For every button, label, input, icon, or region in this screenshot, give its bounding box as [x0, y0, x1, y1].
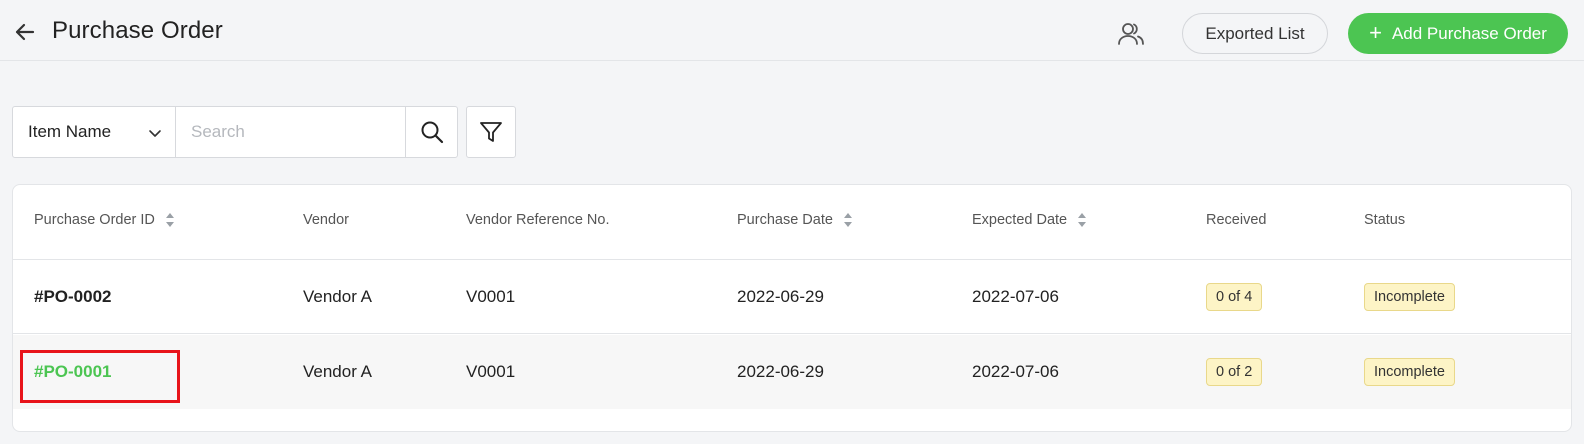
received-cell: 0 of 2 — [1206, 335, 1263, 409]
chevron-down-icon — [149, 130, 161, 137]
page-header: Purchase Order Exported List + Add Purch… — [0, 0, 1584, 61]
purchase-date-cell: 2022-06-29 — [737, 286, 824, 306]
status-cell: Incomplete — [1364, 335, 1455, 409]
vendor-cell: Vendor A — [303, 362, 373, 381]
column-label: Expected Date — [972, 212, 1068, 228]
column-header-vendor-reference: Vendor Reference No. — [466, 212, 609, 228]
table-row[interactable]: #PO-0002 Vendor A V0001 2022-06-29 2022-… — [13, 260, 1571, 334]
purchase-order-id-link[interactable]: #PO-0001 — [34, 335, 112, 409]
received-badge: 0 of 4 — [1206, 282, 1263, 311]
exported-list-button[interactable]: Exported List — [1182, 13, 1328, 54]
expected-date-cell: 2022-07-06 — [972, 286, 1059, 306]
search-field-select-value: Item Name — [28, 122, 112, 141]
vendor-reference-cell: V0001 — [466, 362, 516, 381]
column-header-purchase-order-id[interactable]: Purchase Order ID — [34, 212, 175, 228]
filter-button[interactable] — [466, 106, 516, 158]
column-label: Vendor — [303, 212, 349, 228]
search-field-select[interactable]: Item Name — [13, 107, 176, 157]
page-title: Purchase Order — [52, 17, 223, 44]
status-badge: Incomplete — [1364, 358, 1455, 386]
back-arrow-icon[interactable] — [12, 19, 38, 45]
received-cell: 0 of 4 — [1206, 260, 1263, 333]
users-icon[interactable] — [1116, 19, 1146, 49]
sort-icon[interactable] — [1077, 212, 1087, 228]
status-cell: Incomplete — [1364, 260, 1455, 333]
search-input[interactable] — [176, 107, 405, 157]
plus-icon: + — [1369, 19, 1382, 45]
add-purchase-order-label: Add Purchase Order — [1391, 23, 1547, 43]
column-header-purchase-date[interactable]: Purchase Date — [737, 212, 853, 228]
column-label: Purchase Order ID — [34, 212, 155, 228]
column-header-received: Received — [1206, 212, 1266, 228]
received-badge: 0 of 2 — [1206, 358, 1263, 386]
status-badge: Incomplete — [1364, 282, 1455, 311]
search-bar: Item Name — [12, 106, 458, 158]
vendor-cell: Vendor A — [303, 286, 373, 306]
search-icon — [421, 121, 443, 144]
column-header-vendor: Vendor — [303, 212, 349, 228]
purchase-date-cell: 2022-06-29 — [737, 362, 824, 381]
column-label: Vendor Reference No. — [466, 212, 610, 228]
purchase-order-table: Purchase Order ID Vendor Vendor Referenc… — [12, 184, 1572, 432]
add-purchase-order-button[interactable]: + Add Purchase Order — [1348, 13, 1568, 54]
search-button[interactable] — [405, 107, 457, 157]
column-header-status: Status — [1364, 212, 1405, 228]
column-label: Purchase Date — [737, 212, 833, 228]
exported-list-label: Exported List — [1205, 23, 1305, 43]
expected-date-cell: 2022-07-06 — [972, 362, 1059, 381]
purchase-order-id[interactable]: #PO-0002 — [34, 260, 112, 333]
filter-icon — [480, 122, 502, 142]
table-row[interactable]: #PO-0001 Vendor A V0001 2022-06-29 2022-… — [13, 335, 1571, 409]
vendor-reference-cell: V0001 — [466, 286, 516, 306]
table-header: Purchase Order ID Vendor Vendor Referenc… — [13, 185, 1571, 260]
column-label: Received — [1206, 212, 1267, 228]
sort-icon[interactable] — [843, 212, 853, 228]
sort-icon[interactable] — [165, 212, 175, 228]
column-label: Status — [1364, 212, 1406, 228]
column-header-expected-date[interactable]: Expected Date — [972, 212, 1087, 228]
